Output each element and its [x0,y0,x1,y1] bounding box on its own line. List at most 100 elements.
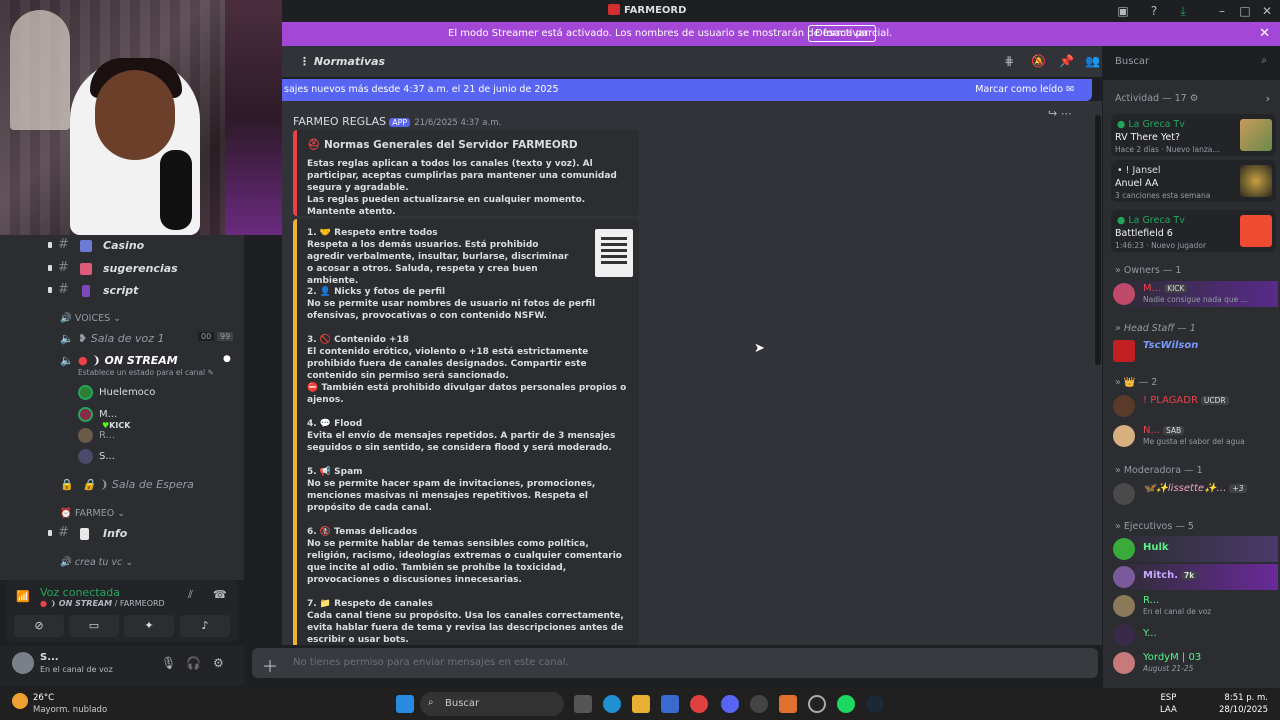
chevron-right-icon[interactable]: › [1266,92,1270,105]
disable-streamer-button[interactable]: Desactivar [808,25,876,42]
avatar [78,385,93,400]
activities-button[interactable]: ✦ [124,615,174,637]
category-voices[interactable]: 🔊 VOICES ⌄ [60,313,121,324]
lock-speaker-icon: 🔒 [60,478,74,491]
settings-gear-icon[interactable]: ⚙ [213,656,224,670]
member-row[interactable]: Y... [1113,622,1278,648]
avatar [1113,395,1135,417]
reply-icon[interactable]: ↪ ⋯ [1048,107,1072,120]
group-header: » Owners — 1 [1115,265,1182,276]
user-panel: S... En el canal de voz 🎙 🎧 ⚙ [0,646,244,686]
edge-icon[interactable] [603,695,621,713]
voice-location[interactable]: ● ❩ ON STREAM / FARMEORD [40,599,165,608]
voice-connected-panel: 📶 Voz conectada ● ❩ ON STREAM / FARMEORD… [6,580,238,642]
channel-status-hint[interactable]: Establece un estado para el canal ✎ [78,368,214,377]
avatar [78,407,93,422]
voice-status[interactable]: Voz conectada [40,586,120,599]
chrome-icon[interactable] [690,695,708,713]
disconnect-icon[interactable]: ☎ [213,588,227,601]
camera-off-button[interactable]: ⊘ [14,615,64,637]
close-banner-icon[interactable]: ✕ [1259,26,1270,41]
store-icon[interactable] [661,695,679,713]
language-indicator[interactable]: ESP LAA [1160,692,1177,716]
channel-casino[interactable]: # Casino [0,237,244,259]
username[interactable]: S... [40,652,59,663]
member-row[interactable]: N... SAB Me gusta el sabor del agua [1113,423,1278,449]
app-icon[interactable] [779,695,797,713]
taskbar-search[interactable]: ⌕ Buscar [420,692,564,716]
avatar [1113,652,1135,674]
chat-scrollbar[interactable] [1095,115,1101,365]
avatar[interactable] [12,652,34,674]
weather-temp[interactable]: 26°C [33,693,54,703]
weather-icon[interactable] [12,693,28,709]
member-row[interactable]: ! PLAGADR UCDR [1113,393,1278,419]
member-row[interactable]: R... En el canal de voz [1113,593,1278,619]
app-icon[interactable] [808,695,826,713]
member-row[interactable]: Mitch. 7k [1113,564,1278,590]
help-icon[interactable]: ? [1146,3,1162,19]
minimize-icon[interactable]: – [1214,3,1230,19]
message-input[interactable]: ＋ No tienes permiso para enviar mensajes… [252,648,1098,678]
close-window-icon[interactable]: ✕ [1259,3,1275,19]
rule-item: 1. 🤝 Respeto entre todos Respeta a los de… [307,228,569,286]
user-count: 00 [198,332,215,341]
channel-sugerencias[interactable]: # sugerencias [0,260,244,282]
category-crea-vc[interactable]: 🔊 crea tu vc ⌄ [60,557,133,568]
steam-icon[interactable] [866,695,884,713]
spotify-icon[interactable] [837,695,855,713]
voice-channel-espera[interactable]: 🔒 🔒 ❩ Sala de Espera [60,476,240,496]
new-messages-bar[interactable]: sajes nuevos más desde 4:37 a.m. el 21 d… [282,79,1092,101]
activity-card[interactable]: ● La Greca Tv Battlefield 6 1:46:23 · Nu… [1111,210,1276,252]
channel-script[interactable]: # script [0,282,244,304]
member-row[interactable]: YordyM | 03 August 21-25 [1113,650,1278,676]
weather-desc[interactable]: Mayorm. nublado [33,705,107,715]
inbox-icon[interactable]: ▣ [1115,3,1131,19]
member-row[interactable]: Hulk [1113,536,1278,562]
task-view-icon[interactable] [574,695,592,713]
embed-general-rules: ⛑ Normas Generales del Servidor FARMEORD… [293,130,639,217]
file-explorer-icon[interactable] [632,695,650,713]
start-icon[interactable] [396,695,414,713]
activity-card[interactable]: ● La Greca Tv RV There Yet? Hace 2 días … [1111,114,1276,156]
maximize-icon[interactable]: □ [1237,3,1253,19]
pin-icon[interactable]: 📌 [1059,54,1074,68]
download-icon[interactable]: ⤓ [1175,3,1191,19]
activity-header[interactable]: Actividad — 17 ⚙ [1115,93,1198,104]
clock[interactable]: 8:51 p. m. 28/10/2025 [1219,692,1268,716]
chat-bubble-icon[interactable]: ● [223,354,231,364]
group-header: » Ejecutivos — 5 [1115,521,1194,532]
noise-suppression-icon[interactable]: ⫽ [188,588,193,602]
notifications-muted-icon[interactable]: 🔕 [1031,54,1046,68]
member-row[interactable]: M... KICK Nadie consigue nada que ... [1113,281,1278,307]
member-row[interactable]: TscWilson [1113,338,1278,364]
mic-icon[interactable]: 🎙 [161,656,176,670]
plus-icon[interactable]: ＋ [262,653,278,677]
avatar [1113,483,1135,505]
led-lights [225,0,282,235]
voice-channel-sala1[interactable]: 🔈 ❥ Sala de voz 1 00 99 [60,330,240,350]
activity-card[interactable]: • ! Jansel Anuel AA 3 canciones esta sem… [1111,160,1276,202]
game-thumbnail [1240,119,1272,151]
rule-item: 5. 📢 Spam No se permite hacer spam de inv… [307,467,596,513]
search-input[interactable]: Buscar ⌕ [1110,52,1272,72]
member-list-icon[interactable]: 👥 [1085,54,1100,68]
channel-title: ⋮ Normativas [299,55,386,68]
obs-icon[interactable] [750,695,768,713]
category-farmeo[interactable]: ⏰ FARMEO ⌄ [60,508,125,519]
screen-share-button[interactable]: ▭ [69,615,119,637]
search-icon: ⌕ [428,697,434,708]
discord-icon[interactable] [721,695,739,713]
threads-icon[interactable]: ⋕ [1004,54,1014,68]
hash-icon: # [58,282,69,297]
headphones-icon[interactable]: 🎧 [186,656,201,670]
channel-info[interactable]: # Info [0,525,244,547]
rules-list-cont: 2. 👤 Nicks y fotos de perfil No se permit… [307,286,633,645]
soundboard-button[interactable]: ♪ [180,615,230,637]
casino-icon [80,240,92,252]
author-name[interactable]: FARMEO REGLAS [293,115,386,128]
signal-icon[interactable]: 📶 [16,590,30,604]
member-row[interactable]: 🦋✨lissette✨… +3 [1113,481,1278,507]
windows-taskbar: 26°C Mayorm. nublado ⌕ Buscar ESP LAA 8:51… [0,688,1280,720]
mark-as-read-button[interactable]: Marcar como leído ✉ [975,84,1074,95]
